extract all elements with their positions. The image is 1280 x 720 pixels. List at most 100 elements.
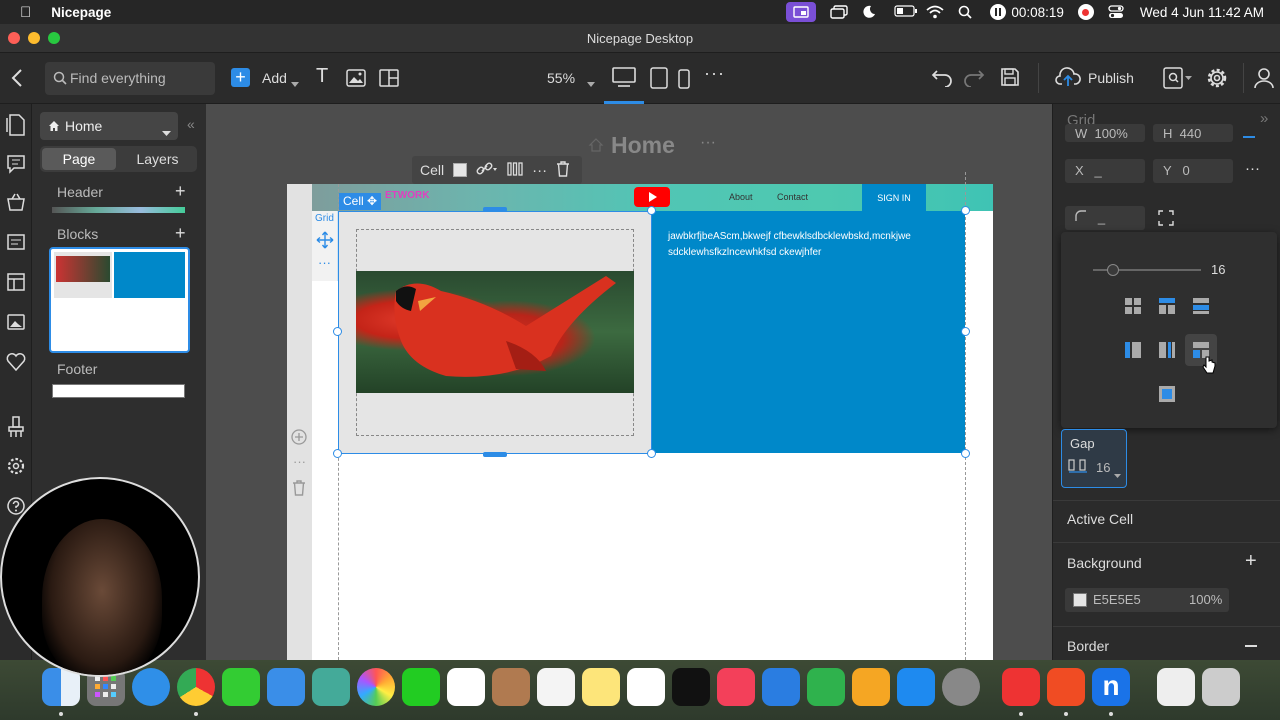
- footer-thumbnail[interactable]: [52, 384, 185, 398]
- position-more-icon[interactable]: ···: [1245, 160, 1260, 177]
- system-settings-icon[interactable]: [942, 668, 980, 706]
- handle-right[interactable]: [961, 327, 970, 336]
- gap-control[interactable]: Gap 16: [1061, 429, 1127, 488]
- photos-icon[interactable]: [357, 668, 395, 706]
- cell-resize-handle-bottom[interactable]: [483, 452, 507, 457]
- page-select[interactable]: Home: [40, 112, 178, 140]
- screen-record-icon[interactable]: [786, 2, 817, 22]
- cell-color-swatch[interactable]: [453, 163, 468, 177]
- keynote-icon[interactable]: [762, 668, 800, 706]
- app-menu[interactable]: Nicepage: [51, 5, 111, 20]
- lock-ratio-icon[interactable]: [1243, 130, 1255, 138]
- youtube-icon[interactable]: [634, 187, 670, 207]
- remove-border-minus-icon[interactable]: [1245, 645, 1257, 647]
- tab-layers[interactable]: Layers: [120, 148, 195, 170]
- calendar-icon[interactable]: [447, 668, 485, 706]
- phone-view-icon[interactable]: [678, 69, 690, 92]
- link-icon[interactable]: [476, 162, 498, 179]
- search-input[interactable]: Find everything: [45, 62, 215, 95]
- editor-canvas[interactable]: Home ··· Cell ··· ETWORK About Contact S…: [206, 104, 1052, 660]
- grid-move-icon[interactable]: [316, 231, 334, 252]
- add-block-circle-icon[interactable]: [291, 429, 307, 448]
- music-icon[interactable]: [717, 668, 755, 706]
- layout-bottom-row-icon[interactable]: [1192, 297, 1210, 318]
- reminders-icon[interactable]: [537, 668, 575, 706]
- site-sign-in-button[interactable]: SIGN IN: [862, 184, 926, 211]
- trash-icon[interactable]: [1202, 668, 1240, 706]
- maximize-window-button[interactable]: [48, 32, 60, 44]
- app-store-icon[interactable]: [897, 668, 935, 706]
- tablet-view-icon[interactable]: [650, 67, 668, 92]
- y-position-field[interactable]: Y 0: [1153, 159, 1233, 183]
- media-images-icon[interactable]: [6, 312, 26, 332]
- messages-icon[interactable]: [222, 668, 260, 706]
- block-more-icon[interactable]: ···: [293, 454, 306, 469]
- handle-top-right[interactable]: [961, 206, 970, 215]
- width-field[interactable]: W 100%: [1065, 124, 1145, 142]
- tab-page[interactable]: Page: [42, 148, 116, 170]
- layout-single-cell-icon[interactable]: [1158, 385, 1176, 406]
- brave-icon[interactable]: [1047, 668, 1085, 706]
- preview-icon[interactable]: [1163, 67, 1193, 92]
- control-center-icon[interactable]: [1108, 5, 1126, 19]
- shop-basket-icon[interactable]: [6, 192, 26, 212]
- safari-icon[interactable]: [132, 668, 170, 706]
- add-block-plus-icon[interactable]: +: [175, 223, 186, 244]
- expand-corners-icon[interactable]: [1158, 210, 1174, 229]
- delete-cell-icon[interactable]: [556, 160, 570, 180]
- collapse-panel-icon[interactable]: «: [187, 116, 195, 132]
- menubar-datetime[interactable]: Wed 4 Jun 11:42 AM: [1140, 5, 1264, 20]
- expand-panel-icon[interactable]: »: [1260, 110, 1268, 127]
- maps-icon[interactable]: [312, 668, 350, 706]
- publish-cloud-icon[interactable]: [1055, 66, 1081, 91]
- zoom-level[interactable]: 55%: [547, 70, 575, 86]
- site-nav-about[interactable]: About: [729, 192, 753, 202]
- save-icon[interactable]: [1000, 67, 1020, 90]
- add-menu-button[interactable]: Add: [262, 70, 287, 86]
- favorites-heart-icon[interactable]: [6, 352, 26, 372]
- layout-top-row-icon[interactable]: [1158, 297, 1176, 318]
- cell-selection-tag[interactable]: Cell ✥: [339, 193, 382, 210]
- more-views-icon[interactable]: ···: [704, 63, 725, 84]
- height-field[interactable]: H 440: [1153, 124, 1233, 142]
- close-window-button[interactable]: [8, 32, 20, 44]
- battery-icon[interactable]: [894, 5, 918, 19]
- comments-icon[interactable]: [6, 154, 26, 174]
- spotlight-search-icon[interactable]: [958, 5, 976, 19]
- spacing-slider-thumb[interactable]: [1107, 264, 1119, 276]
- pages-app-icon[interactable]: [852, 668, 890, 706]
- grid-control-tab[interactable]: Grid ···: [312, 211, 338, 281]
- settings-gear-icon[interactable]: [1205, 66, 1229, 93]
- handle-bottom-right[interactable]: [961, 449, 970, 458]
- pages-icon[interactable]: [6, 114, 26, 136]
- blocks-layout-icon[interactable]: [6, 272, 26, 292]
- delete-block-icon[interactable]: [292, 480, 306, 499]
- x-position-field[interactable]: X _: [1065, 159, 1145, 183]
- cell-resize-handle-top[interactable]: [483, 207, 507, 212]
- publish-button[interactable]: Publish: [1088, 70, 1134, 86]
- facetime-icon[interactable]: [402, 668, 440, 706]
- layout-left-col-icon[interactable]: [1124, 341, 1142, 362]
- apple-tv-icon[interactable]: [672, 668, 710, 706]
- document-icon[interactable]: [1157, 668, 1195, 706]
- layout-four-quadrants-icon[interactable]: [1124, 297, 1142, 318]
- site-nav-contact[interactable]: Contact: [777, 192, 808, 202]
- columns-icon[interactable]: [507, 161, 523, 179]
- add-background-plus-icon[interactable]: +: [1245, 550, 1257, 573]
- block-thumbnail[interactable]: [49, 247, 190, 353]
- site-logo-text[interactable]: ETWORK: [385, 190, 429, 201]
- minimize-window-button[interactable]: [28, 32, 40, 44]
- background-color-field[interactable]: E5E5E5 100%: [1065, 588, 1229, 612]
- cell-body-text[interactable]: jawbkrfjbeAScm,bkwejf cfbewklsdbcklewbsk…: [668, 229, 948, 261]
- moon-icon[interactable]: [862, 5, 880, 19]
- redo-icon[interactable]: [963, 67, 985, 90]
- nicepage-icon[interactable]: n: [1092, 668, 1130, 706]
- layout-mid-col-icon[interactable]: [1158, 341, 1176, 362]
- back-chevron-icon[interactable]: [10, 68, 24, 91]
- site-settings-gear-icon[interactable]: [6, 456, 26, 476]
- cell-more-icon[interactable]: ···: [532, 162, 547, 179]
- mail-icon[interactable]: [267, 668, 305, 706]
- pause-recording-icon[interactable]: [990, 4, 1007, 20]
- layout-grid-tool-icon[interactable]: [379, 69, 399, 90]
- contacts-icon[interactable]: [492, 668, 530, 706]
